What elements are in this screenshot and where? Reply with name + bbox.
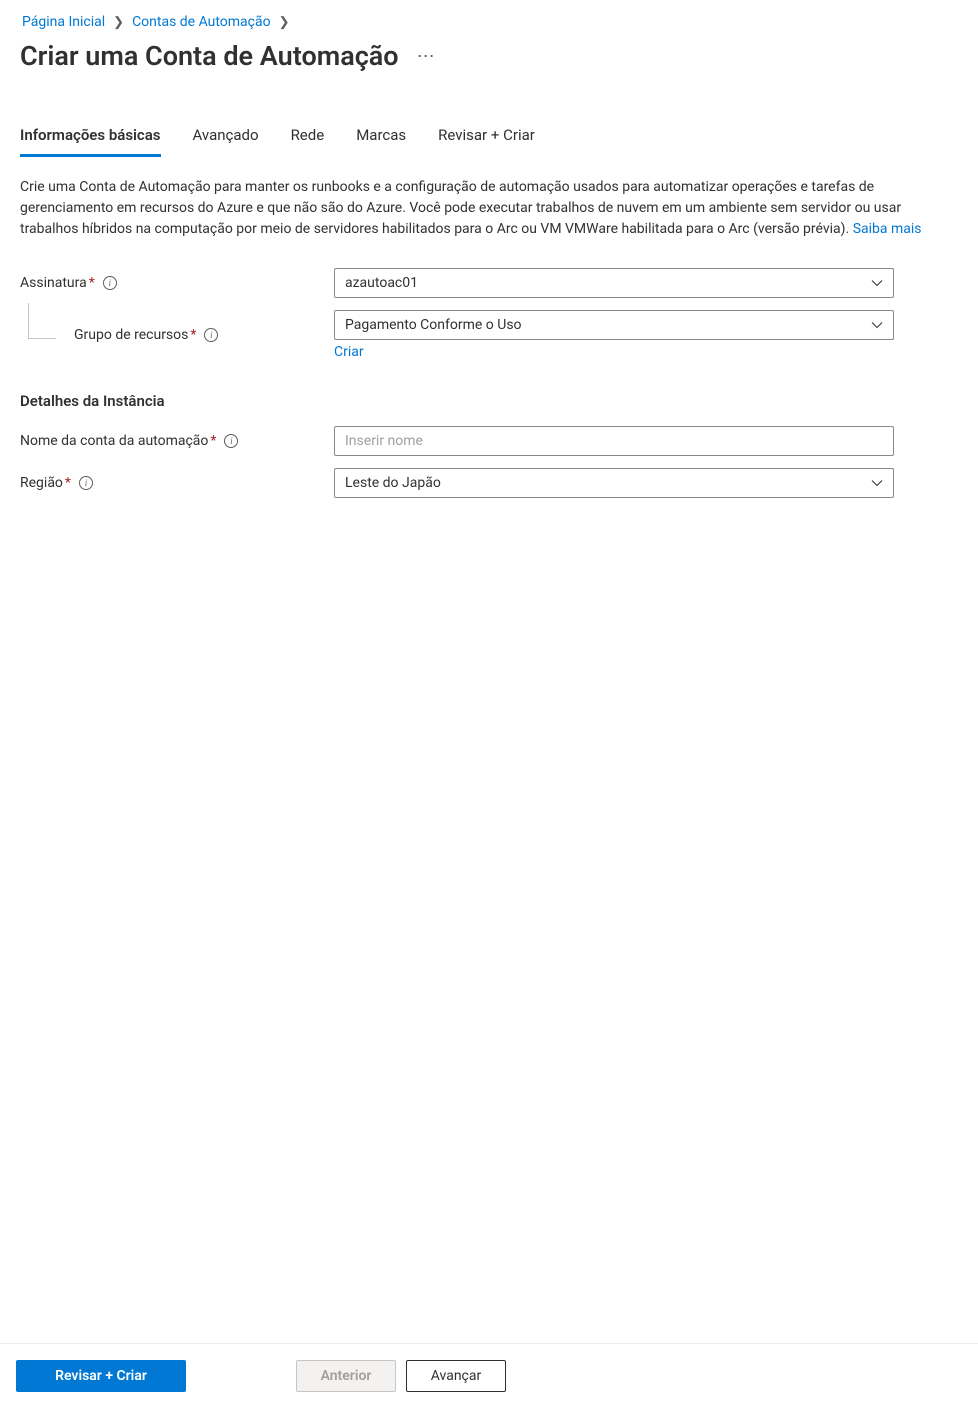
create-resource-group-link[interactable]: Criar <box>334 344 364 360</box>
chevron-right-icon: ❯ <box>113 15 124 30</box>
chevron-down-icon <box>871 319 883 331</box>
description-body: Crie uma Conta de Automação para manter … <box>20 179 901 237</box>
subscription-label: Assinatura * i <box>20 275 334 291</box>
chevron-down-icon <box>871 477 883 489</box>
info-icon[interactable]: i <box>79 476 93 490</box>
tab-tags[interactable]: Marcas <box>356 126 406 157</box>
page-title-text: Criar uma Conta de Automação <box>20 40 399 72</box>
subscription-value: azautoac01 <box>345 275 418 291</box>
learn-more-link[interactable]: Saiba mais <box>853 221 922 237</box>
account-name-label: Nome da conta da automação * i <box>20 433 334 449</box>
resource-group-value: Pagamento Conforme o Uso <box>345 317 522 333</box>
chevron-right-icon: ❯ <box>279 15 290 30</box>
resource-group-label: Grupo de recursos * i <box>20 327 334 343</box>
region-label-text: Região <box>20 475 63 491</box>
resource-group-select[interactable]: Pagamento Conforme o Uso <box>334 310 894 340</box>
chevron-down-icon <box>871 277 883 289</box>
footer: Revisar + Criar Anterior Avançar <box>0 1343 978 1408</box>
review-create-button[interactable]: Revisar + Criar <box>16 1360 186 1392</box>
breadcrumb-automation-accounts[interactable]: Contas de Automação <box>130 14 273 30</box>
tabs: Informações básicas Avançado Rede Marcas… <box>20 126 958 157</box>
info-icon[interactable]: i <box>224 434 238 448</box>
resource-group-label-text: Grupo de recursos <box>74 327 188 343</box>
breadcrumb: Página Inicial ❯ Contas de Automação ❯ <box>20 10 958 30</box>
account-name-label-text: Nome da conta da automação <box>20 433 208 449</box>
required-asterisk: * <box>210 433 216 449</box>
subscription-select[interactable]: azautoac01 <box>334 268 894 298</box>
instance-details-heading: Detalhes da Instância <box>20 392 958 410</box>
tab-network[interactable]: Rede <box>291 126 325 157</box>
info-icon[interactable]: i <box>204 328 218 342</box>
account-name-placeholder: Inserir nome <box>345 433 423 449</box>
tab-advanced[interactable]: Avançado <box>193 126 259 157</box>
previous-button: Anterior <box>296 1360 396 1392</box>
region-select[interactable]: Leste do Japão <box>334 468 894 498</box>
next-button[interactable]: Avançar <box>406 1360 506 1392</box>
subscription-label-text: Assinatura <box>20 275 87 291</box>
info-icon[interactable]: i <box>103 276 117 290</box>
required-asterisk: * <box>65 475 71 491</box>
region-value: Leste do Japão <box>345 475 441 491</box>
page-title: Criar uma Conta de Automação ⋯ <box>20 40 958 72</box>
breadcrumb-home[interactable]: Página Inicial <box>20 14 107 30</box>
more-actions-icon[interactable]: ⋯ <box>417 46 436 67</box>
region-label: Região * i <box>20 475 334 491</box>
tab-basics[interactable]: Informações básicas <box>20 126 161 157</box>
tab-review-create[interactable]: Revisar + Criar <box>438 126 535 157</box>
description-text: Crie uma Conta de Automação para manter … <box>20 177 940 240</box>
required-asterisk: * <box>89 275 95 291</box>
account-name-input[interactable]: Inserir nome <box>334 426 894 456</box>
tree-elbow-icon <box>28 303 56 339</box>
required-asterisk: * <box>190 327 196 343</box>
